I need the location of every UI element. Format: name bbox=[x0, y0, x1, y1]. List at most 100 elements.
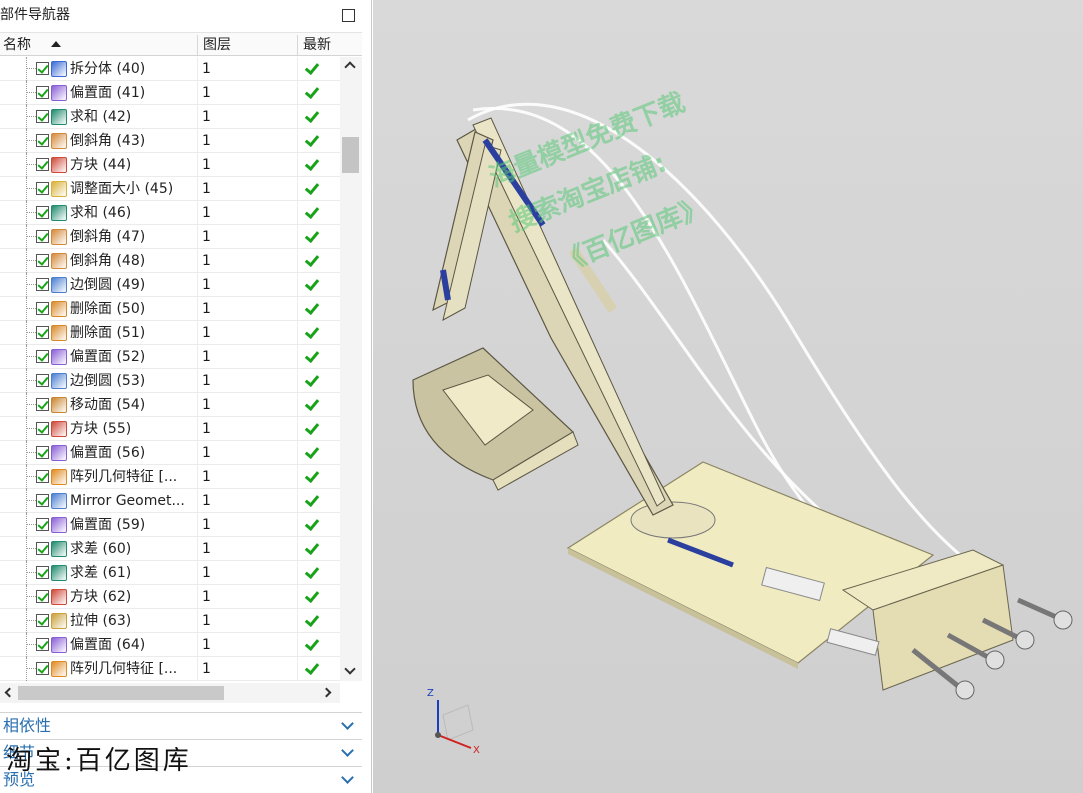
visibility-checkbox[interactable] bbox=[36, 182, 49, 195]
tree-connector bbox=[26, 236, 36, 237]
feature-row[interactable]: 移动面 (54) 1 bbox=[0, 393, 340, 417]
tree-connector bbox=[26, 476, 36, 477]
feature-row[interactable]: 偏置面 (56) 1 bbox=[0, 441, 340, 465]
feature-row[interactable]: 删除面 (50) 1 bbox=[0, 297, 340, 321]
visibility-checkbox[interactable] bbox=[36, 134, 49, 147]
column-divider[interactable] bbox=[197, 35, 198, 55]
chevron-down-icon[interactable] bbox=[341, 744, 354, 757]
scroll-thumb[interactable] bbox=[18, 686, 224, 700]
visibility-checkbox[interactable] bbox=[36, 614, 49, 627]
feature-row[interactable]: 求差 (61) 1 bbox=[0, 561, 340, 585]
scroll-right-icon[interactable] bbox=[321, 687, 332, 698]
visibility-checkbox[interactable] bbox=[36, 470, 49, 483]
up-to-date-check-icon bbox=[304, 637, 318, 651]
delete-face-icon bbox=[51, 301, 67, 317]
feature-row[interactable]: 偏置面 (41) 1 bbox=[0, 81, 340, 105]
feature-name: 方块 (62) bbox=[70, 589, 132, 605]
column-divider bbox=[197, 609, 198, 633]
scroll-down-icon[interactable] bbox=[344, 663, 356, 675]
visibility-checkbox[interactable] bbox=[36, 206, 49, 219]
shop-watermark-label: 淘宝:百亿图库 bbox=[6, 746, 192, 776]
feature-row[interactable]: 边倒圆 (49) 1 bbox=[0, 273, 340, 297]
visibility-checkbox[interactable] bbox=[36, 278, 49, 291]
visibility-checkbox[interactable] bbox=[36, 110, 49, 123]
visibility-checkbox[interactable] bbox=[36, 374, 49, 387]
visibility-checkbox[interactable] bbox=[36, 590, 49, 603]
feature-row[interactable]: 边倒圆 (53) 1 bbox=[0, 369, 340, 393]
tree-connector bbox=[26, 513, 27, 537]
visibility-checkbox[interactable] bbox=[36, 254, 49, 267]
column-divider bbox=[197, 417, 198, 441]
feature-name: 求和 (46) bbox=[70, 205, 132, 221]
feature-row[interactable]: 偏置面 (64) 1 bbox=[0, 633, 340, 657]
visibility-checkbox[interactable] bbox=[36, 638, 49, 651]
column-divider[interactable] bbox=[297, 35, 298, 55]
feature-row[interactable]: 偏置面 (52) 1 bbox=[0, 345, 340, 369]
feature-row[interactable]: Mirror Geomet... 1 bbox=[0, 489, 340, 513]
visibility-checkbox[interactable] bbox=[36, 62, 49, 75]
vertical-scrollbar[interactable] bbox=[340, 57, 362, 681]
feature-layer: 1 bbox=[202, 181, 211, 197]
column-divider bbox=[297, 609, 298, 633]
feature-row[interactable]: 倒斜角 (47) 1 bbox=[0, 225, 340, 249]
feature-row[interactable]: 删除面 (51) 1 bbox=[0, 321, 340, 345]
graphics-viewport[interactable]: 海量模型免费下载 搜索淘宝店铺: 《百亿图库》 Z X bbox=[373, 0, 1083, 793]
part-navigator-panel: 部件导航器 名称 图层 最新 拆分体 (40) 1 偏置面 (41) 1 求和 (42)… bbox=[0, 0, 372, 793]
column-layer-header[interactable]: 图层 bbox=[203, 33, 231, 57]
visibility-checkbox[interactable] bbox=[36, 326, 49, 339]
feature-row[interactable]: 方块 (44) 1 bbox=[0, 153, 340, 177]
up-to-date-check-icon bbox=[304, 109, 318, 123]
scroll-thumb[interactable] bbox=[342, 137, 359, 173]
column-divider bbox=[197, 441, 198, 465]
feature-row[interactable]: 偏置面 (59) 1 bbox=[0, 513, 340, 537]
mirror-geometry-icon bbox=[51, 493, 67, 509]
feature-row[interactable]: 倒斜角 (43) 1 bbox=[0, 129, 340, 153]
maximize-icon[interactable] bbox=[342, 9, 355, 22]
visibility-checkbox[interactable] bbox=[36, 86, 49, 99]
visibility-checkbox[interactable] bbox=[36, 398, 49, 411]
column-name-header[interactable]: 名称 bbox=[3, 33, 31, 57]
feature-row[interactable]: 求和 (42) 1 bbox=[0, 105, 340, 129]
chevron-down-icon[interactable] bbox=[341, 717, 354, 730]
feature-row[interactable]: 求差 (60) 1 bbox=[0, 537, 340, 561]
feature-row[interactable]: 倒斜角 (48) 1 bbox=[0, 249, 340, 273]
feature-layer: 1 bbox=[202, 661, 211, 677]
visibility-checkbox[interactable] bbox=[36, 518, 49, 531]
feature-row[interactable]: 方块 (55) 1 bbox=[0, 417, 340, 441]
feature-row[interactable]: 调整面大小 (45) 1 bbox=[0, 177, 340, 201]
column-divider bbox=[297, 441, 298, 465]
chevron-down-icon[interactable] bbox=[341, 771, 354, 784]
extrude-icon bbox=[51, 613, 67, 629]
tree-connector bbox=[26, 548, 36, 549]
visibility-checkbox[interactable] bbox=[36, 350, 49, 363]
horizontal-scrollbar[interactable] bbox=[0, 683, 340, 703]
orientation-triad bbox=[435, 700, 474, 749]
feature-row[interactable]: 求和 (46) 1 bbox=[0, 201, 340, 225]
column-divider bbox=[197, 249, 198, 273]
feature-row[interactable]: 拉伸 (63) 1 bbox=[0, 609, 340, 633]
visibility-checkbox[interactable] bbox=[36, 158, 49, 171]
visibility-checkbox[interactable] bbox=[36, 302, 49, 315]
visibility-checkbox[interactable] bbox=[36, 662, 49, 675]
block-icon bbox=[51, 157, 67, 173]
visibility-checkbox[interactable] bbox=[36, 542, 49, 555]
visibility-checkbox[interactable] bbox=[36, 422, 49, 435]
column-latest-header[interactable]: 最新 bbox=[303, 33, 331, 57]
scroll-up-icon[interactable] bbox=[344, 61, 356, 73]
visibility-checkbox[interactable] bbox=[36, 446, 49, 459]
feature-row[interactable]: 拆分体 (40) 1 bbox=[0, 57, 340, 81]
column-divider bbox=[297, 657, 298, 681]
feature-row[interactable]: 阵列几何特征 [... 1 bbox=[0, 465, 340, 489]
feature-name: 倒斜角 (48) bbox=[70, 253, 146, 269]
visibility-checkbox[interactable] bbox=[36, 230, 49, 243]
visibility-checkbox[interactable] bbox=[36, 566, 49, 579]
scroll-left-icon[interactable] bbox=[4, 687, 15, 698]
section-dependencies[interactable]: 相依性 bbox=[0, 712, 362, 738]
feature-row[interactable]: 阵列几何特征 [... 1 bbox=[0, 657, 340, 681]
visibility-checkbox[interactable] bbox=[36, 494, 49, 507]
tree-connector bbox=[26, 500, 36, 501]
feature-name: 阵列几何特征 [... bbox=[70, 469, 178, 485]
feature-layer: 1 bbox=[202, 469, 211, 485]
feature-row[interactable]: 方块 (62) 1 bbox=[0, 585, 340, 609]
x-axis-label: X bbox=[473, 745, 480, 756]
